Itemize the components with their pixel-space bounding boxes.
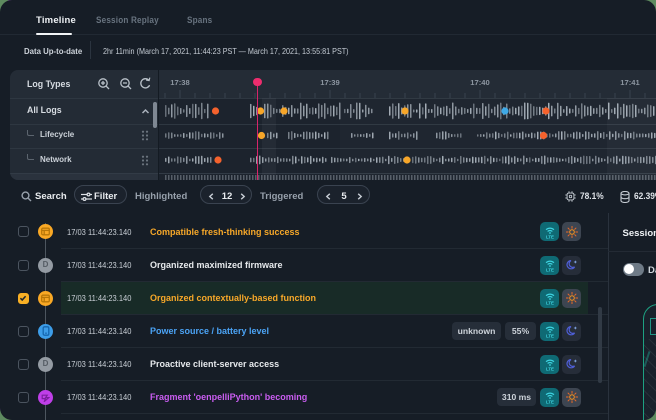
svg-text:LTE: LTE	[546, 399, 554, 404]
svg-text:LTE: LTE	[546, 366, 554, 371]
svg-text:LTE: LTE	[546, 267, 554, 272]
svg-text:LTE: LTE	[546, 234, 554, 239]
svg-text:LTE: LTE	[546, 300, 554, 305]
svg-text:LTE: LTE	[546, 333, 554, 338]
